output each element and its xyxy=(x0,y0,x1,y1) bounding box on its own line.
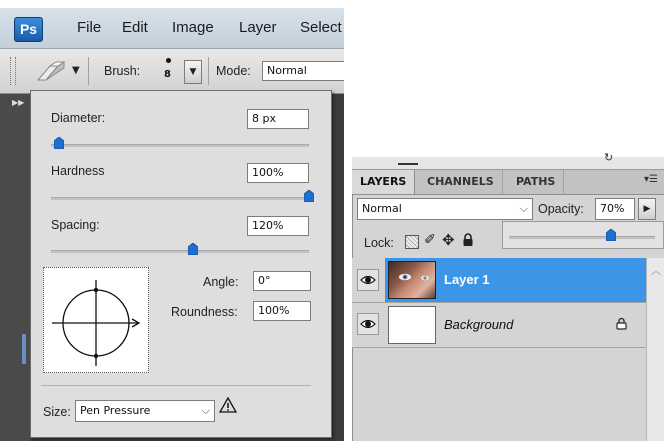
grip-handle[interactable] xyxy=(10,57,16,85)
options-bar: ▼ Brush: 8 ▼ Mode: Normal xyxy=(0,49,344,94)
angle-crosshair-icon xyxy=(52,280,141,366)
panel-fragment-icon xyxy=(398,153,418,165)
opacity-input[interactable]: 70% xyxy=(595,198,635,220)
spacing-slider-thumb[interactable] xyxy=(187,243,198,255)
spacing-slider-track[interactable] xyxy=(51,250,309,253)
tab-paths[interactable]: PATHS xyxy=(508,170,565,194)
menu-select[interactable]: Select xyxy=(300,19,342,36)
lock-position-icon[interactable]: ✥ xyxy=(442,231,455,249)
spacing-input[interactable]: 120% xyxy=(247,216,309,236)
tab-layers[interactable]: LAYERS xyxy=(352,170,416,194)
hardness-slider-thumb[interactable] xyxy=(304,190,314,202)
diameter-slider-thumb[interactable] xyxy=(53,137,64,149)
panel-menu-icon[interactable]: ▾☰ xyxy=(644,174,658,185)
hardness-label: Hardness xyxy=(51,164,105,178)
layers-tab-bar: LAYERS CHANNELS PATHS ▾☰ xyxy=(352,170,664,195)
brush-tip-dot-icon xyxy=(166,58,171,63)
visibility-eye-icon[interactable] xyxy=(357,269,379,291)
diameter-label: Diameter: xyxy=(51,111,106,125)
opacity-label: Opacity: xyxy=(538,202,584,216)
size-control-value: Pen Pressure xyxy=(80,404,151,417)
photoshop-logo[interactable]: Ps xyxy=(14,17,43,42)
angle-input[interactable]: 0° xyxy=(253,271,311,291)
menu-layer[interactable]: Layer xyxy=(239,19,277,36)
roundness-label: Roundness: xyxy=(171,305,238,319)
background-layer-name[interactable]: Background xyxy=(444,317,513,332)
menu-edit[interactable]: Edit xyxy=(122,19,148,36)
tools-strip-grip[interactable] xyxy=(22,334,26,364)
lock-all-icon[interactable] xyxy=(462,233,474,250)
menu-image[interactable]: Image xyxy=(172,19,214,36)
opacity-slider-popup xyxy=(502,221,664,249)
eraser-tool-icon[interactable] xyxy=(34,60,68,84)
tools-strip: ▶▶ xyxy=(0,94,30,441)
diameter-input[interactable]: 8 px xyxy=(247,109,309,129)
layer-row-layer-1[interactable]: Layer 1 xyxy=(352,258,664,303)
brush-preset-picker: Diameter: 8 px Hardness 100% Spacing: 12… xyxy=(30,90,332,438)
photoshop-window: Ps File Edit Image Layer Select ▼ Brush:… xyxy=(0,0,344,441)
angle-label: Angle: xyxy=(203,275,239,289)
toolbar-separator xyxy=(88,57,89,85)
brush-angle-roundness-preview[interactable] xyxy=(43,267,149,373)
layer-1-name[interactable]: Layer 1 xyxy=(444,272,490,287)
lock-label: Lock: xyxy=(364,236,394,250)
brush-label: Brush: xyxy=(104,64,141,78)
layer-lock-icon xyxy=(616,317,627,333)
opacity-slider-toggle-button[interactable]: ▶ xyxy=(638,198,656,220)
panel-collapse-icon[interactable]: ▶▶ xyxy=(12,98,24,107)
tab-channels[interactable]: CHANNELS xyxy=(419,170,503,194)
layers-panel-top-edge: ↻ xyxy=(352,151,664,170)
opacity-slider-track[interactable] xyxy=(509,236,655,239)
menu-bar: Ps File Edit Image Layer Select xyxy=(0,8,344,49)
hardness-slider-track[interactable] xyxy=(51,197,309,200)
size-label: Size: xyxy=(43,405,71,419)
brush-size-value: 8 xyxy=(164,69,171,80)
warning-icon xyxy=(218,396,238,416)
lock-image-pixels-icon[interactable]: ✐ xyxy=(424,232,436,248)
brush-picker-button[interactable]: ▼ xyxy=(184,60,202,84)
opacity-slider-thumb[interactable] xyxy=(606,229,617,241)
tool-preset-chevron-down-icon[interactable]: ▼ xyxy=(72,65,80,76)
mode-select[interactable]: Normal xyxy=(262,61,344,81)
layers-scrollbar[interactable]: ︿ xyxy=(646,258,664,441)
blend-mode-value: Normal xyxy=(362,202,402,215)
roundness-input[interactable]: 100% xyxy=(253,301,311,321)
hardness-input[interactable]: 100% xyxy=(247,163,309,183)
lock-transparent-pixels-icon[interactable] xyxy=(405,235,419,249)
panel-fragment-icon: ↻ xyxy=(604,151,614,164)
menu-file[interactable]: File xyxy=(77,19,101,36)
background-layer-thumbnail xyxy=(388,306,436,344)
window-top-edge xyxy=(0,0,344,8)
scroll-up-icon[interactable]: ︿ xyxy=(651,262,661,277)
chevron-down-icon: ⌵ xyxy=(201,404,210,417)
diameter-slider-track[interactable] xyxy=(51,144,309,147)
mode-label: Mode: xyxy=(216,64,251,78)
panel-divider xyxy=(41,385,311,386)
size-control-select[interactable]: Pen Pressure ⌵ xyxy=(75,400,215,422)
layer-row-background[interactable]: Background xyxy=(352,303,664,348)
toolbar-separator xyxy=(208,57,209,85)
blend-mode-select[interactable]: Normal ⌵ xyxy=(357,198,533,220)
chevron-down-icon: ⌵ xyxy=(519,202,528,215)
visibility-eye-icon[interactable] xyxy=(357,313,379,335)
layer-1-thumbnail xyxy=(388,261,436,299)
spacing-label: Spacing: xyxy=(51,218,100,232)
